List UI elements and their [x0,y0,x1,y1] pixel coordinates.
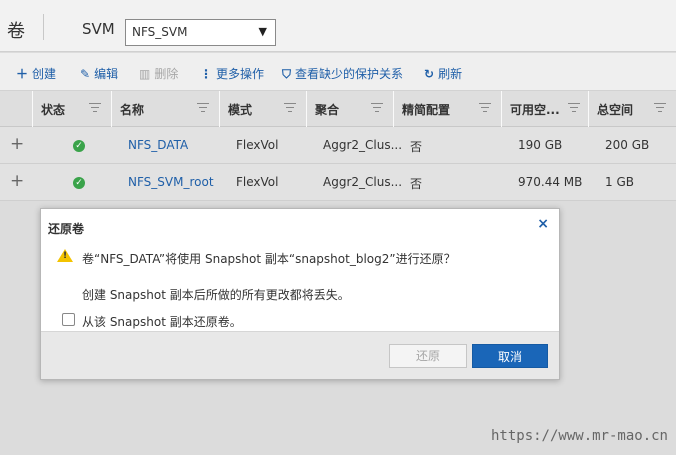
expand-icon[interactable]: + [10,171,24,191]
volume-aggregate: Aggr2_Clus... [323,175,403,189]
column-header-available[interactable]: 可用空... [502,91,589,127]
column-header-mode[interactable]: 模式 [220,91,307,127]
table-header: 状态 名称 模式 聚合 精简配置 可用空... 总空间 [0,91,676,127]
filter-icon[interactable] [654,103,666,113]
volume-name-link[interactable]: NFS_DATA [128,138,188,152]
watermark: https://www.mr-mao.cn [490,428,668,444]
create-button[interactable]: ＋创建 [16,65,56,82]
filter-icon[interactable] [89,103,101,113]
more-vertical-icon: ⋮ [200,67,212,81]
table-row[interactable]: + ✓ NFS_SVM_root FlexVol Aggr2_Clus... 否… [0,164,676,201]
column-header-expand [0,91,33,127]
toolbar: ＋创建 ✎ 编辑 ▥ 删除 ⋮ 更多操作 ⛉ 查看缺少的保护关系 ↻ 刷新 [0,53,676,91]
restore-confirm-checkbox[interactable] [62,313,75,326]
volume-total: 1 GB [605,175,634,189]
refresh-icon: ↻ [424,67,435,81]
dialog-footer: 还原 取消 [41,331,559,379]
filter-icon[interactable] [568,103,580,113]
expand-icon[interactable]: + [10,134,24,154]
chevron-down-icon: ▼ [258,25,267,38]
column-header-status[interactable]: 状态 [33,91,112,127]
warning-icon: ! [57,249,73,262]
column-header-total[interactable]: 总空间 [589,91,676,127]
volume-thin-provisioning: 否 [410,177,423,191]
status-ok-icon: ✓ [73,177,85,189]
restore-volume-dialog: 还原卷 × ! 卷“NFS_DATA”将使用 Snapshot 副本“snaps… [40,208,560,380]
refresh-button[interactable]: ↻ 刷新 [424,65,462,82]
filter-icon[interactable] [197,103,209,113]
trash-icon: ▥ [139,67,151,81]
title-divider [43,14,44,40]
dialog-title: 还原卷 [48,222,85,236]
column-header-name[interactable]: 名称 [112,91,220,127]
close-icon[interactable]: × [537,216,549,232]
page-title: 卷 [7,21,25,42]
volume-mode: FlexVol [236,138,279,152]
page-header: 卷 SVM NFS_SVM ▼ [0,0,676,52]
view-missing-protection-button[interactable]: ⛉ 查看缺少的保护关系 [282,65,403,82]
table-row[interactable]: + ✓ NFS_DATA FlexVol Aggr2_Clus... 否 190… [0,127,676,164]
column-header-thin-provisioning[interactable]: 精简配置 [394,91,502,127]
status-ok-icon: ✓ [73,140,85,152]
more-actions-button[interactable]: ⋮ 更多操作 [200,65,264,82]
delete-button[interactable]: ▥ 删除 [139,65,178,82]
volume-mode: FlexVol [236,175,279,189]
filter-icon[interactable] [371,103,383,113]
dialog-sub-message: 创建 Snapshot 副本后所做的所有更改都将丢失。 [82,288,350,302]
edit-button[interactable]: ✎ 编辑 [80,65,118,82]
volume-name-link[interactable]: NFS_SVM_root [128,175,214,189]
svm-select[interactable]: NFS_SVM ▼ [125,19,276,46]
filter-icon[interactable] [284,103,296,113]
shield-icon: ⛉ [282,67,292,81]
volume-total: 200 GB [605,138,650,152]
restore-button[interactable]: 还原 [389,344,467,368]
volume-available: 190 GB [518,138,563,152]
volume-thin-provisioning: 否 [410,140,423,154]
cancel-button[interactable]: 取消 [472,344,548,368]
svm-select-value: NFS_SVM [132,25,188,39]
plus-icon: ＋ [16,67,29,81]
volume-aggregate: Aggr2_Clus... [323,138,403,152]
dialog-message: 卷“NFS_DATA”将使用 Snapshot 副本“snapshot_blog… [82,252,456,266]
column-header-aggregate[interactable]: 聚合 [307,91,394,127]
volume-available: 970.44 MB [518,175,583,189]
svm-label: SVM [82,20,115,38]
restore-confirm-label[interactable]: 从该 Snapshot 副本还原卷。 [82,313,242,330]
pencil-icon: ✎ [80,67,91,81]
filter-icon[interactable] [479,103,491,113]
